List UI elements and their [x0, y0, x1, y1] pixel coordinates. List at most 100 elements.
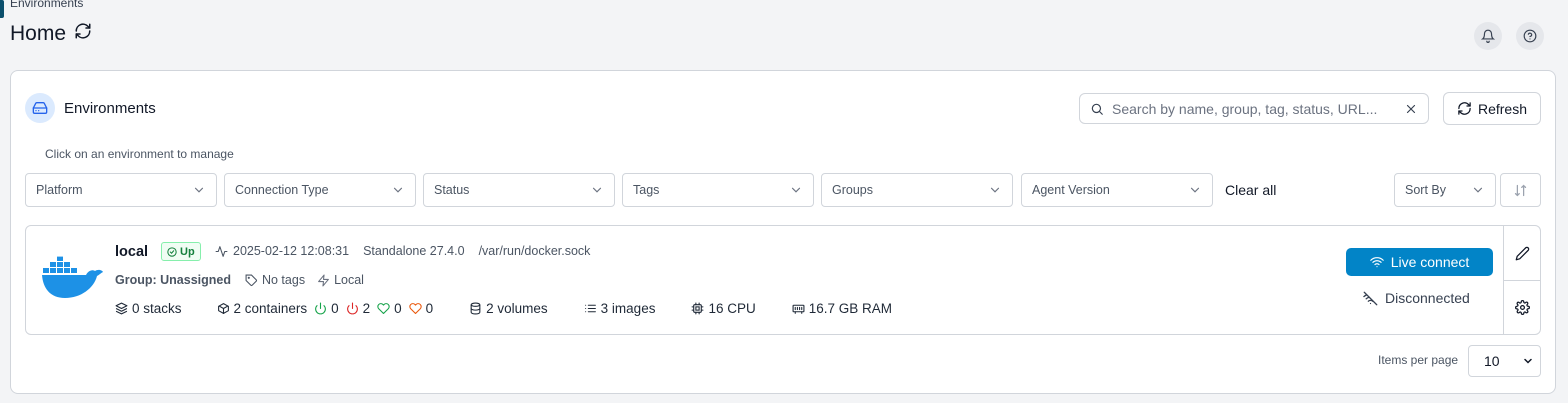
items-per-page-label: Items per page: [1378, 353, 1459, 367]
filter-platform[interactable]: Platform: [25, 173, 217, 207]
pencil-icon: [1515, 246, 1530, 260]
chevron-down-icon: [1473, 187, 1483, 193]
sort-order-button[interactable]: [1500, 173, 1541, 207]
check-circle-icon: [167, 246, 177, 257]
chevron-down-icon: [1524, 358, 1532, 364]
panel-title: Environments: [64, 99, 156, 117]
sort-by-label: Sort By: [1405, 183, 1446, 197]
cpu-count: 16 CPU: [708, 301, 756, 316]
cpu-icon: [691, 302, 704, 315]
clear-search-icon[interactable]: [1404, 102, 1418, 116]
environment-details: 2025-02-12 12:08:31 Standalone 27.4.0 /v…: [215, 244, 590, 258]
clear-all-button[interactable]: Clear all: [1225, 182, 1276, 198]
memory-icon: [792, 304, 805, 314]
filter-agent-version[interactable]: Agent Version: [1021, 173, 1213, 207]
search-box[interactable]: [1079, 93, 1429, 124]
status-label: Up: [180, 245, 195, 258]
volumes-count: 2 volumes: [486, 301, 548, 316]
panel-header: Environments: [25, 93, 156, 123]
edit-environment-button[interactable]: [1504, 226, 1541, 280]
chevron-down-icon: [990, 187, 1000, 193]
stacks-stat: 0 stacks: [115, 301, 182, 316]
volumes-stat: 2 volumes: [469, 301, 548, 316]
connection-label: Disconnected: [1385, 290, 1470, 306]
containers-stat: 2 containers 0 2 0 0: [217, 301, 434, 316]
chevron-down-icon: [592, 187, 602, 193]
environment-tags: No tags: [261, 273, 306, 287]
docker-icon: [42, 256, 103, 298]
environment-stats: 0 stacks 2 containers 0 2 0 0 2 volumes: [115, 301, 892, 316]
power-running-icon: [315, 302, 326, 315]
sort-arrows-icon: [1514, 184, 1527, 196]
refresh-icon: [1458, 102, 1471, 115]
filter-groups[interactable]: Groups: [821, 173, 1013, 207]
refresh-label: Refresh: [1477, 100, 1528, 117]
environment-meta: Group: Unassigned No tags Local: [115, 273, 364, 287]
environment-group: Group: Unassigned: [115, 273, 231, 287]
environment-item[interactable]: local Up 2025-02-12 12:08:31 Standalone …: [25, 225, 1541, 335]
page-title-row: Home: [10, 22, 92, 46]
chevron-down-icon: [194, 187, 204, 193]
reload-icon[interactable]: [74, 22, 92, 46]
filter-label: Connection Type: [235, 183, 329, 197]
layers-icon: [115, 302, 128, 315]
topbar-accent: [0, 0, 4, 18]
environments-panel: Environments Refresh Click on an environ…: [10, 70, 1556, 394]
help-button[interactable]: [1516, 22, 1544, 50]
filter-label: Groups: [832, 183, 873, 197]
environment-actions: [1503, 226, 1541, 334]
filter-label: Agent Version: [1032, 183, 1110, 197]
filter-status[interactable]: Status: [423, 173, 615, 207]
box-icon: [217, 303, 229, 314]
bolt-icon: [318, 274, 329, 286]
filter-label: Status: [434, 183, 470, 197]
environment-name[interactable]: local: [115, 244, 148, 260]
refresh-button[interactable]: Refresh: [1443, 92, 1541, 125]
environment-url: /var/run/docker.sock: [478, 244, 591, 258]
stacks-count: 0 stacks: [132, 301, 182, 316]
containers-count: 2 containers: [233, 301, 308, 316]
wifi-off-icon: [1363, 291, 1378, 305]
gear-icon: [1515, 300, 1530, 315]
filter-connection-type[interactable]: Connection Type: [224, 173, 416, 207]
items-per-page-select[interactable]: 10: [1468, 345, 1541, 377]
cpu-stat: 16 CPU: [691, 301, 756, 316]
filter-label: Tags: [633, 183, 660, 197]
power-stopped-icon: [346, 302, 358, 315]
notifications-button[interactable]: [1474, 22, 1502, 50]
panel-hint: Click on an environment to manage: [45, 147, 234, 161]
environment-agent: Local: [334, 273, 364, 287]
environment-settings-button[interactable]: [1504, 280, 1541, 334]
filter-tags[interactable]: Tags: [622, 173, 814, 207]
search-icon: [1091, 103, 1103, 115]
stopped-count: 2: [362, 301, 371, 316]
live-connect-button[interactable]: Live connect: [1346, 248, 1493, 276]
page-title: Home: [10, 22, 67, 45]
tag-icon: [245, 274, 257, 286]
running-count: 0: [331, 301, 339, 316]
healthy-count: 0: [394, 301, 402, 316]
ram-amount: 16.7 GB RAM: [808, 301, 893, 316]
images-count: 3 images: [600, 301, 656, 316]
images-stat: 3 images: [584, 301, 656, 316]
list-icon: [584, 304, 596, 313]
chevron-down-icon: [791, 187, 801, 193]
bell-icon: [1481, 29, 1495, 43]
wifi-icon: [1369, 257, 1384, 268]
unhealthy-count: 0: [425, 301, 434, 316]
ram-stat: 16.7 GB RAM: [792, 301, 892, 316]
heart-unhealthy-icon: [408, 303, 422, 315]
filter-label: Platform: [36, 183, 83, 197]
heart-healthy-icon: [377, 303, 390, 315]
environment-type: Standalone 27.4.0: [363, 244, 465, 258]
search-input[interactable]: [1112, 100, 1396, 117]
connection-status: Disconnected: [1363, 290, 1470, 306]
heartbeat-icon: [215, 245, 228, 257]
sort-by-select[interactable]: Sort By: [1394, 173, 1496, 207]
environments-icon: [25, 93, 55, 123]
chevron-down-icon: [393, 187, 403, 193]
status-badge: Up: [161, 242, 201, 261]
chevron-down-icon: [1190, 187, 1200, 193]
breadcrumb[interactable]: Environments: [10, 0, 83, 10]
items-per-page-value: 10: [1484, 353, 1500, 369]
